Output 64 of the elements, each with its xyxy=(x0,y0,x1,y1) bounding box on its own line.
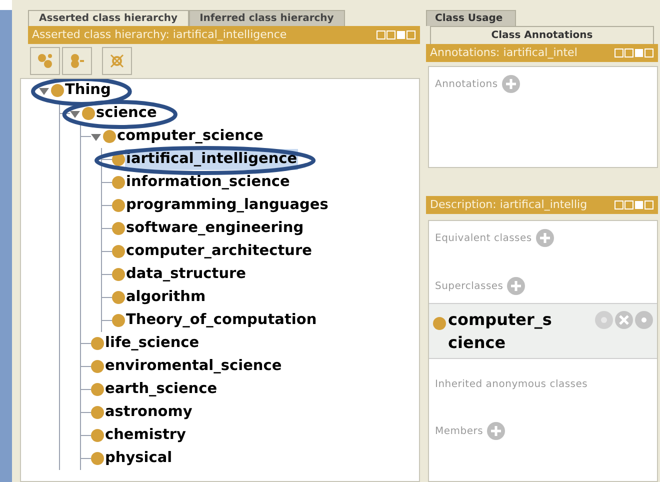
tab[interactable]: Class Usage xyxy=(426,10,516,26)
toolbar-button[interactable] xyxy=(62,47,92,75)
panel-title: Description: iartifical_intellig xyxy=(430,196,588,213)
tree-item[interactable]: information_science xyxy=(125,172,291,194)
section-label: Annotations xyxy=(435,78,498,92)
section-label: Superclasses xyxy=(435,280,504,294)
tree-item[interactable]: enviromental_science xyxy=(104,356,283,378)
class-icon xyxy=(91,452,104,465)
tree-item[interactable]: Theory_of_computation xyxy=(125,310,318,332)
class-icon xyxy=(91,337,104,350)
class-icon xyxy=(91,360,104,373)
class-icon xyxy=(433,317,446,330)
class-icon xyxy=(82,107,95,120)
delete-icon[interactable] xyxy=(615,311,633,329)
panel-title: Asserted class hierarchy: iartifical_intelligence xyxy=(32,26,287,43)
class-icon xyxy=(112,222,125,235)
info-icon[interactable] xyxy=(595,311,613,329)
class-icon xyxy=(91,406,104,419)
tree-item[interactable]: computer_science xyxy=(116,126,264,148)
toolbar-button[interactable] xyxy=(30,47,60,75)
class-icon xyxy=(91,429,104,442)
expanded-arrow-icon[interactable] xyxy=(91,132,101,142)
tab[interactable]: Inferred class hierarchy xyxy=(188,10,345,26)
tree-item[interactable]: earth_science xyxy=(104,378,218,400)
add-icon[interactable] xyxy=(487,422,506,440)
class-icon xyxy=(112,314,125,327)
tree-item[interactable]: algorithm xyxy=(125,286,207,308)
superclass-entry[interactable]: computer_science xyxy=(429,303,657,359)
panel-title: Annotations: iartifical_intel xyxy=(430,44,578,61)
expanded-arrow-icon[interactable] xyxy=(39,86,49,96)
add-icon[interactable] xyxy=(507,277,526,295)
class-icon xyxy=(103,130,116,143)
section-label: Inherited anonymous classes xyxy=(435,378,588,392)
tree-item[interactable]: astronomy xyxy=(104,402,194,424)
tree-item[interactable]: programming_languages xyxy=(125,194,330,216)
tree-item[interactable]: software_engineering xyxy=(125,218,305,240)
tree-item[interactable]: computer_architecture xyxy=(125,240,313,262)
class-icon xyxy=(51,84,64,97)
class-icon xyxy=(112,291,125,304)
section-label: Equivalent classes xyxy=(435,232,532,246)
tab[interactable]: Class Annotations xyxy=(430,26,654,44)
toolbar-button[interactable] xyxy=(102,47,132,75)
edit-icon[interactable] xyxy=(635,311,653,329)
add-sibling-icon xyxy=(69,53,85,69)
class-icon xyxy=(112,245,125,258)
superclass-name: computer_science xyxy=(448,309,553,354)
add-icon[interactable] xyxy=(502,75,520,93)
tree-item[interactable]: data_structure xyxy=(125,264,248,286)
panel-controls-icon[interactable] xyxy=(376,30,416,40)
panel-controls-icon[interactable] xyxy=(614,200,654,210)
tree-item[interactable]: chemistry xyxy=(104,424,187,446)
delete-class-icon xyxy=(109,53,125,69)
tree-item[interactable]: life_science xyxy=(104,332,200,354)
section-label: Members xyxy=(435,424,484,438)
tab[interactable]: Asserted class hierarchy xyxy=(28,10,189,26)
panel-controls-icon[interactable] xyxy=(614,48,654,58)
class-icon xyxy=(112,199,125,212)
class-icon xyxy=(112,268,125,281)
class-icon xyxy=(112,176,125,189)
add-subclass-icon xyxy=(37,53,53,69)
tree-item[interactable]: physical xyxy=(104,448,174,470)
add-icon[interactable] xyxy=(536,229,554,247)
expanded-arrow-icon[interactable] xyxy=(70,108,80,118)
class-icon xyxy=(91,383,104,396)
